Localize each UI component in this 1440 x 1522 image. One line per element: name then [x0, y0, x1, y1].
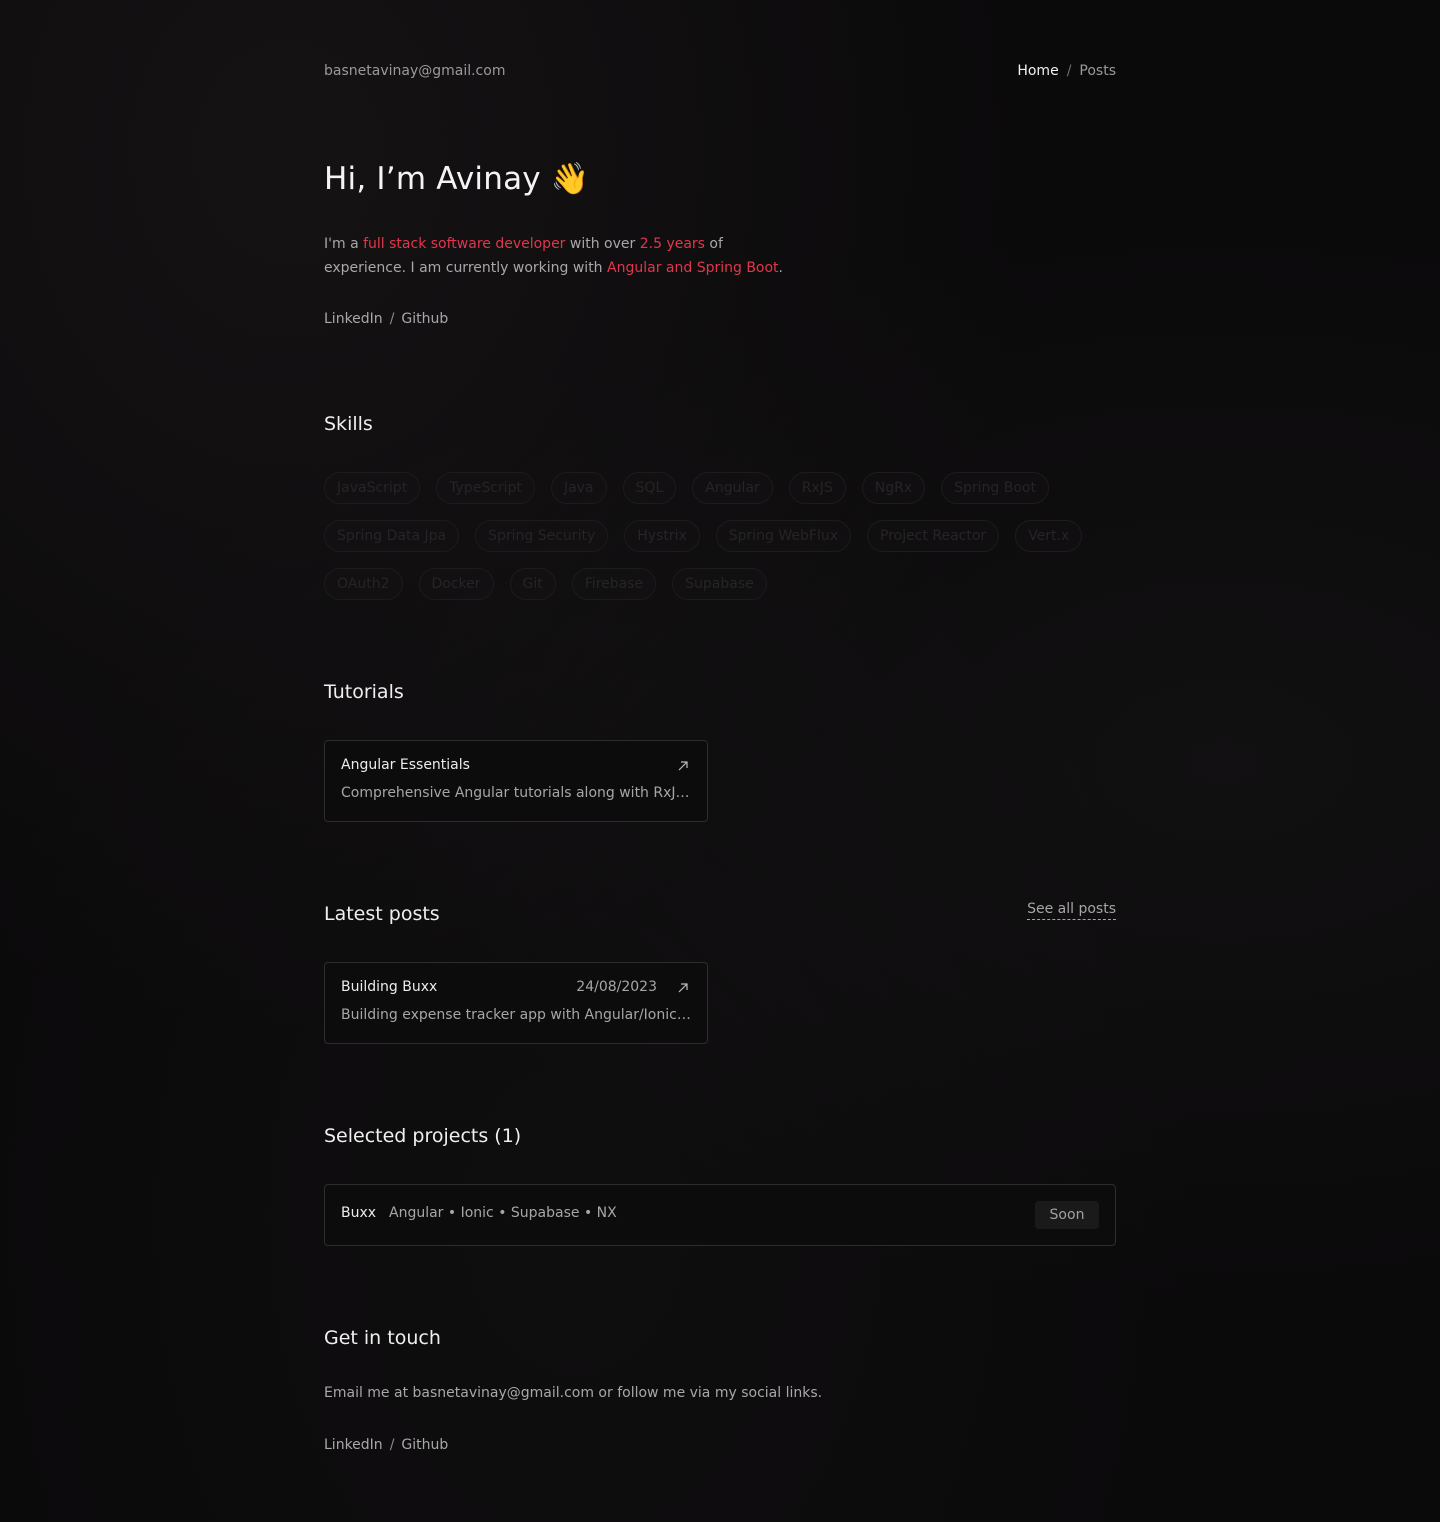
skill-chip: Spring Security: [475, 520, 609, 552]
project-tech: Angular • Ionic • Supabase • NX: [389, 1205, 617, 1221]
contact-social-links: LinkedIn / Github: [324, 1437, 448, 1453]
skill-chip: TypeScript: [436, 472, 535, 504]
top-bar: basnetavinay@gmail.com Home / Posts: [324, 63, 1116, 85]
latest-posts-heading: Latest posts: [324, 903, 440, 925]
skill-chip: Vert.x: [1015, 520, 1083, 552]
hero-greeting: Hi, I’m Avinay: [324, 161, 541, 197]
nav-posts-link[interactable]: Posts: [1079, 63, 1116, 79]
skill-chip: Project Reactor: [867, 520, 1000, 552]
arrow-up-right-icon: [678, 761, 688, 771]
skill-chip: Supabase: [672, 568, 767, 600]
intro-highlight-years: 2.5 years: [639, 236, 705, 252]
hero-heading: Hi, I’m Avinay 👋: [324, 160, 590, 197]
linkedin-link[interactable]: LinkedIn: [324, 311, 383, 327]
hero-intro: I'm a full stack software developer with…: [324, 232, 804, 280]
project-row[interactable]: Buxx Angular • Ionic • Supabase • NX Soo…: [324, 1184, 1116, 1246]
post-card[interactable]: Building Buxx 24/08/2023 Building expens…: [324, 962, 708, 1044]
projects-heading: Selected projects (1): [324, 1125, 522, 1147]
skill-chip: Firebase: [571, 568, 657, 600]
project-name: Buxx: [341, 1205, 377, 1221]
skill-chip: RxJS: [788, 472, 846, 504]
skill-chip: Spring Data Jpa: [324, 520, 460, 552]
tutorials-heading: Tutorials: [324, 681, 404, 703]
tutorial-title: Angular Essentials: [341, 757, 470, 773]
contact-heading: Get in touch: [324, 1327, 441, 1349]
intro-text: with over: [565, 236, 640, 252]
intro-text: .: [778, 260, 783, 276]
post-title: Building Buxx: [341, 979, 438, 995]
skills-heading: Skills: [324, 413, 373, 435]
nav-separator: /: [1066, 63, 1072, 79]
skill-chip: Hystrix: [624, 520, 700, 552]
status-badge: Soon: [1035, 1201, 1099, 1229]
skill-chip: Spring WebFlux: [715, 520, 852, 552]
intro-highlight-role: full stack software developer: [363, 236, 566, 252]
intro-text: I'm a: [324, 236, 364, 252]
skill-chip: SQL: [622, 472, 677, 504]
email-link[interactable]: basnetavinay@gmail.com: [324, 63, 505, 79]
intro-highlight-stack: Angular and Spring Boot: [607, 260, 779, 276]
skill-chip: Docker: [418, 568, 494, 600]
see-all-posts-link[interactable]: See all posts: [1027, 901, 1116, 920]
skills-row: OAuth2 Docker Git Firebase Supabase: [324, 568, 1116, 600]
nav-home-link[interactable]: Home: [1017, 63, 1058, 79]
hero-social-links: LinkedIn / Github: [324, 311, 448, 327]
social-separator: /: [389, 1437, 395, 1453]
skills-list: JavaScript TypeScript Java SQL Angular R…: [324, 472, 1116, 616]
post-date: 24/08/2023: [576, 979, 657, 995]
contact-text: Email me at basnetavinay@gmail.com or fo…: [324, 1385, 823, 1401]
skill-chip: JavaScript: [324, 472, 421, 504]
post-description: Building expense tracker app with Angula…: [341, 1007, 691, 1023]
social-separator: /: [389, 311, 395, 327]
tutorial-card[interactable]: Angular Essentials Comprehensive Angular…: [324, 740, 708, 822]
github-link[interactable]: Github: [401, 1437, 448, 1453]
skill-chip: Git: [509, 568, 556, 600]
github-link[interactable]: Github: [401, 311, 448, 327]
skill-chip: NgRx: [861, 472, 926, 504]
skill-chip: Java: [550, 472, 607, 504]
tutorial-description: Comprehensive Angular tutorials along wi…: [341, 785, 691, 801]
skill-chip: Angular: [692, 472, 773, 504]
skill-chip: Spring Boot: [941, 472, 1049, 504]
arrow-up-right-icon: [678, 983, 688, 993]
linkedin-link[interactable]: LinkedIn: [324, 1437, 383, 1453]
skills-row: Spring Data Jpa Spring Security Hystrix …: [324, 520, 1116, 552]
wave-emoji-icon: 👋: [550, 161, 590, 197]
top-nav: Home / Posts: [1017, 63, 1116, 79]
skills-row: JavaScript TypeScript Java SQL Angular R…: [324, 472, 1116, 504]
skill-chip: OAuth2: [324, 568, 403, 600]
